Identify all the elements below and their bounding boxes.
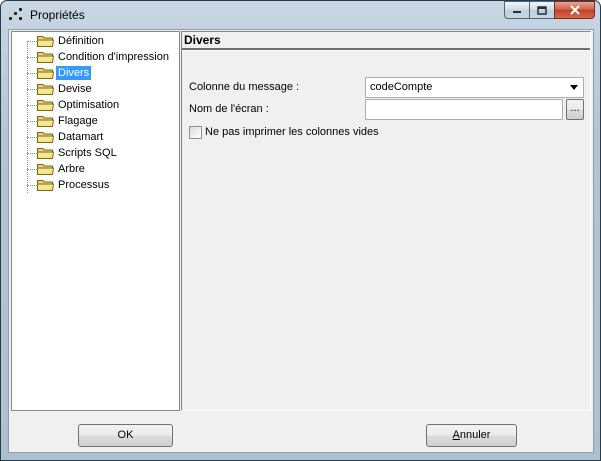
tree-item-label: Définition [58, 35, 104, 47]
tree-connector [27, 185, 37, 186]
tree-connector [27, 105, 37, 106]
tree-item-label: Processus [58, 179, 110, 191]
tree-item-label: Arbre [58, 163, 85, 175]
panel-divider [182, 48, 590, 51]
close-icon [569, 5, 580, 15]
tree-connector [27, 89, 37, 90]
tree-item[interactable]: Définition [12, 33, 180, 49]
cancel-button[interactable]: Annuler [426, 424, 517, 447]
tree-item-label: Datamart [58, 131, 104, 143]
tree-connector [27, 73, 37, 74]
tree-connector [27, 153, 37, 154]
maximize-button[interactable] [529, 1, 555, 19]
close-button[interactable] [554, 1, 595, 19]
folder-icon [37, 52, 54, 63]
properties-window: Propriétés Définition Condition d'impress… [0, 0, 601, 461]
dropdown-arrow-icon [570, 85, 578, 90]
ok-button[interactable]: OK [78, 424, 173, 447]
cancel-mnemonic: A [452, 429, 460, 441]
screen-name-label: Nom de l'écran : [189, 103, 269, 115]
folder-icon [37, 164, 54, 175]
category-tree[interactable]: Définition Condition d'impression Divers De… [11, 31, 180, 411]
screen-name-input[interactable] [365, 99, 563, 120]
tree-connector [27, 121, 37, 122]
tree-item[interactable]: Scripts SQL [12, 145, 180, 161]
tree-item-label: Optimisation [58, 99, 120, 111]
tree-item[interactable]: Processus [12, 177, 180, 193]
folder-icon [37, 68, 54, 79]
dialog-body: Définition Condition d'impression Divers De… [8, 29, 594, 453]
tree-item[interactable]: Optimisation [12, 97, 180, 113]
folder-icon [37, 116, 54, 127]
tree-item[interactable]: Divers [12, 65, 180, 81]
tree-item-label: Devise [58, 83, 92, 95]
tree-item[interactable]: Flagage [12, 113, 180, 129]
tree-connector [27, 41, 37, 42]
tree-item[interactable]: Devise [12, 81, 180, 97]
tree-item-label: Divers [56, 66, 92, 80]
tree-item[interactable]: Datamart [12, 129, 180, 145]
tree-item-label: Flagage [58, 115, 98, 127]
app-icon [9, 8, 23, 22]
folder-icon [37, 180, 54, 191]
settings-panel: Divers Colonne du message : codeCompte N… [181, 31, 591, 411]
tree-item-label: Condition d'impression [58, 51, 169, 63]
tree-item[interactable]: Arbre [12, 161, 180, 177]
cancel-label: nnuler [459, 429, 491, 441]
hide-empty-columns-checkbox[interactable] [189, 126, 202, 139]
tree-connector [27, 169, 37, 170]
message-column-select[interactable]: codeCompte [365, 77, 584, 98]
hide-empty-columns-label[interactable]: Ne pas imprimer les colonnes vides [205, 126, 379, 138]
folder-icon [37, 132, 54, 143]
tree-item-label: Scripts SQL [58, 147, 117, 159]
maximize-icon [537, 5, 547, 15]
browse-button[interactable]: ... [566, 99, 584, 120]
folder-icon [37, 100, 54, 111]
minimize-button[interactable] [504, 1, 530, 19]
window-title: Propriétés [30, 8, 85, 22]
tree-item[interactable]: Condition d'impression [12, 49, 180, 65]
panel-title: Divers [184, 33, 221, 47]
folder-icon [37, 36, 54, 47]
folder-icon [37, 84, 54, 95]
tree-connector [27, 57, 37, 58]
folder-icon [37, 148, 54, 159]
message-column-label: Colonne du message : [189, 81, 300, 93]
tree-connector [27, 137, 37, 138]
minimize-icon [513, 11, 521, 13]
title-bar[interactable]: Propriétés [1, 1, 600, 29]
message-column-value: codeCompte [370, 81, 433, 93]
